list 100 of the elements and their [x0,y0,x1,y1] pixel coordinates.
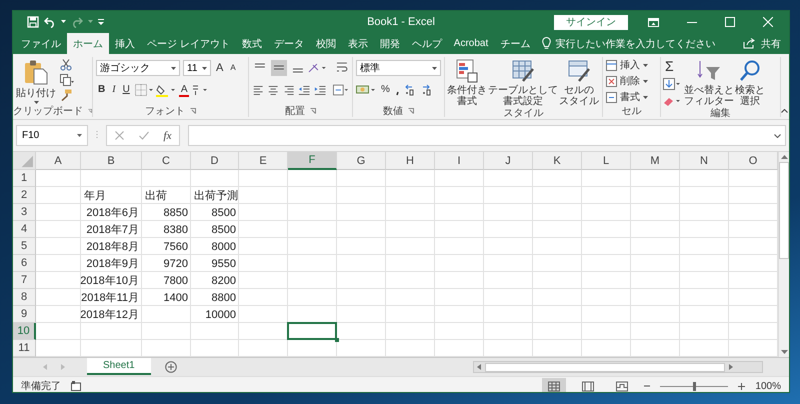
cells-icon[interactable] [606,76,617,86]
editing-button[interactable]: 検索と 選択 [735,85,765,107]
column-header[interactable]: O [729,152,778,170]
merge-cells-icon[interactable] [333,84,349,96]
scroll-up-icon[interactable] [780,155,788,159]
clipboard-icon[interactable] [23,59,49,85]
column-header[interactable]: G [337,152,386,170]
fill-icon[interactable] [663,78,681,90]
scroll-left-icon[interactable] [477,364,481,370]
column-header[interactable]: C [142,152,191,170]
active-cell[interactable] [287,322,337,340]
row-header[interactable]: 10 [13,323,36,340]
row-header[interactable]: 1 [13,170,36,187]
column-header[interactable]: A [36,152,81,170]
column-header[interactable]: J [484,152,533,170]
dialog-launcher-icon[interactable] [88,108,92,114]
caret-icon[interactable] [171,66,176,70]
align-right-icon[interactable] [282,84,296,96]
save-icon[interactable] [27,16,39,28]
row-header[interactable]: 4 [13,221,36,238]
column-header[interactable]: E [239,152,288,170]
maximize-button[interactable] [725,17,735,27]
ribbon-tab[interactable]: 校閲 [310,33,342,54]
underline-button[interactable]: U [120,83,132,97]
collapse-ribbon-icon[interactable] [781,109,788,113]
styles-button[interactable]: テーブルとして 書式設定 [488,85,558,107]
align-center-icon[interactable] [267,84,280,96]
format-painter-icon[interactable] [60,89,72,101]
scroll-down-icon[interactable] [780,350,788,354]
increase-indent-icon[interactable] [314,84,326,96]
add-sheet-icon[interactable] [164,361,177,373]
copy-icon[interactable] [60,74,74,86]
row-header[interactable]: 8 [13,289,36,306]
ribbon-tab[interactable]: データ [268,33,310,54]
caret-icon[interactable] [432,66,437,70]
font-name-field[interactable]: 游ゴシック [96,60,180,76]
dialog-launcher-icon[interactable] [408,108,414,114]
cell-styles-icon[interactable] [567,59,591,83]
cells-button[interactable]: 挿入 [620,58,640,72]
align-left-icon[interactable] [252,84,264,96]
zoom-thumb[interactable] [693,382,696,390]
dialog-launcher-icon[interactable] [310,108,316,114]
cells-icon[interactable] [606,92,617,102]
decrease-indent-icon[interactable] [298,84,311,96]
cells-button[interactable]: 削除 [620,74,640,88]
eraser-icon[interactable] [663,95,681,107]
horizontal-scrollbar[interactable] [473,361,763,373]
ribbon-tab[interactable]: 表示 [342,33,374,54]
sort-filter-icon[interactable] [697,59,721,83]
insert-function-button[interactable]: fx [164,130,172,142]
bold-button[interactable]: B [96,83,108,97]
font-color-button[interactable]: A [178,84,190,96]
view-button[interactable] [542,378,566,392]
undo-icon[interactable] [44,16,56,28]
scroll-thumb[interactable] [779,162,789,259]
number-format-field[interactable]: 標準 [356,60,441,76]
ribbon-tab[interactable]: ページ レイアウト [141,33,236,54]
align-icon[interactable] [270,60,287,76]
autosum-button[interactable]: Σ [663,59,683,73]
column-header[interactable]: K [533,152,582,170]
paste-button[interactable]: 貼り付け [16,86,56,100]
column-header[interactable]: M [631,152,680,170]
sign-in-button[interactable]: サインイン [554,14,628,30]
caret-icon[interactable] [61,20,66,24]
ribbon-tab[interactable]: Acrobat [448,33,494,54]
row-header[interactable]: 2 [13,187,36,204]
scissors-icon[interactable] [60,59,72,71]
column-header[interactable]: I [435,152,484,170]
currency-icon[interactable] [356,84,376,96]
table-format-icon[interactable] [511,59,535,83]
customize-icon[interactable] [98,19,104,25]
borders-icon[interactable] [134,84,153,96]
fill-color-icon[interactable] [156,84,176,96]
scroll-right-icon[interactable] [729,364,733,370]
ribbon-display-icon[interactable] [648,18,659,26]
caret-icon[interactable] [643,80,648,82]
row-header[interactable]: 9 [13,306,36,323]
phonetic-icon[interactable] [192,84,208,96]
percent-button[interactable]: % [379,83,392,97]
name-box[interactable]: F10 [16,125,88,146]
row-header[interactable]: 5 [13,238,36,255]
row-header[interactable]: 3 [13,204,36,221]
column-header[interactable]: D [191,152,239,170]
search-icon[interactable] [738,59,762,83]
caret-icon[interactable] [202,66,207,70]
ribbon-tab[interactable]: ヘルプ [406,33,448,54]
column-header[interactable]: N [680,152,729,170]
vertical-scrollbar[interactable] [778,152,789,357]
expand-icon[interactable] [774,134,781,138]
italic-button[interactable]: I [110,83,118,97]
grow-font-button[interactable]: A [214,61,226,75]
column-header[interactable]: L [582,152,631,170]
ribbon-tab[interactable]: ファイル [15,33,67,54]
styles-button[interactable]: セルの スタイル [559,85,599,107]
zoom-in-icon[interactable] [738,382,746,390]
cells-icon[interactable] [606,60,617,70]
check-icon[interactable] [138,131,149,140]
font-size-field[interactable]: 11 [183,60,211,76]
caret-icon[interactable] [643,96,648,98]
row-header[interactable]: 6 [13,255,36,272]
